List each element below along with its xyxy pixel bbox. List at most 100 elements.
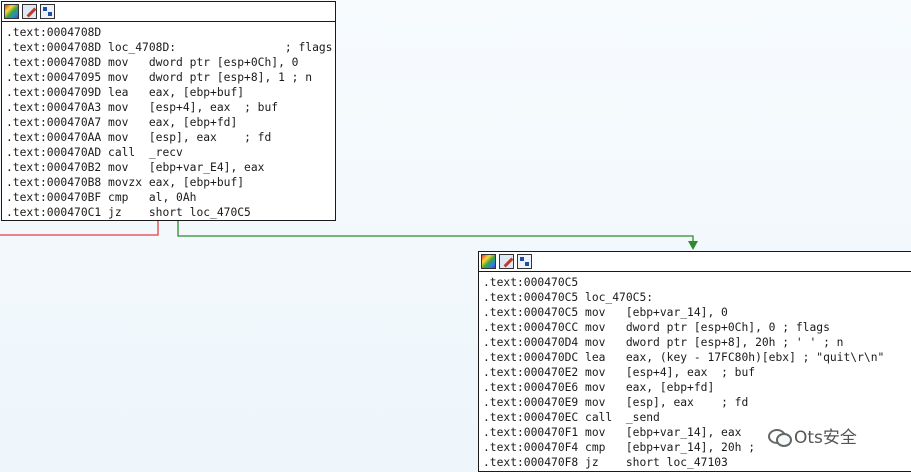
watermark: Ots安全 xyxy=(768,423,857,448)
graph-icon[interactable] xyxy=(40,4,55,19)
operands: eax, [ebp+fd] xyxy=(148,116,238,129)
disasm-line[interactable]: .text:00047095 mov dword ptr [esp+8], 1 … xyxy=(6,70,335,85)
line-address: .text:000470C5 xyxy=(483,276,586,289)
line-address: .text:000470E2 xyxy=(483,366,586,379)
color-icon[interactable] xyxy=(4,4,19,19)
disasm-line[interactable]: .text:000470B8 movzx eax, [ebp+buf] xyxy=(6,175,335,190)
operands: eax, [ebp+buf] xyxy=(148,86,245,99)
operands: [ebp+var_14], 20h ; xyxy=(625,441,756,454)
mnemonic: mov xyxy=(108,56,149,69)
operands: _recv xyxy=(148,146,183,159)
graph-icon[interactable] xyxy=(517,254,532,269)
line-address: .text:000470AD xyxy=(6,146,109,159)
operands: dword ptr [esp+8], 1 ; n xyxy=(148,71,313,84)
line-address: .text:000470B2 xyxy=(6,161,109,174)
edit-icon[interactable] xyxy=(22,4,37,19)
disasm-line[interactable]: .text:000470DC lea eax, (key - 17FC80h)[… xyxy=(483,350,911,365)
disasm-line[interactable]: .text:0004708D xyxy=(6,25,335,40)
comment: ; flags xyxy=(284,41,333,54)
operands: [esp+4], eax xyxy=(625,366,722,379)
line-address: .text:000470BF xyxy=(6,191,109,204)
line-address: .text:000470B8 xyxy=(6,176,109,189)
operands: dword ptr [esp+8], 20h ; ' ' ; n xyxy=(625,336,844,349)
disasm-line[interactable]: .text:000470E9 mov [esp], eax ; fd xyxy=(483,395,911,410)
line-address: .text:000470A3 xyxy=(6,101,109,114)
edit-icon[interactable] xyxy=(499,254,514,269)
operands: dword ptr [esp+0Ch], 0 ; flags xyxy=(625,321,830,334)
true-branch-edge xyxy=(177,221,694,244)
mnemonic: call xyxy=(585,411,626,424)
line-address: .text:00047095 xyxy=(6,71,109,84)
mnemonic: movzx xyxy=(108,176,149,189)
line-address: .text:0004708D xyxy=(6,56,109,69)
comment: ; fd xyxy=(244,131,272,144)
mnemonic: mov xyxy=(108,71,149,84)
disasm-line[interactable]: .text:0004709D lea eax, [ebp+buf] xyxy=(6,85,335,100)
line-address: .text:000470EC xyxy=(483,411,586,424)
disasm-line[interactable]: .text:0004708D mov dword ptr [esp+0Ch], … xyxy=(6,55,335,70)
line-address: .text:000470C5 xyxy=(483,306,586,319)
code-label: loc_470C5: xyxy=(585,291,660,304)
disasm-line[interactable]: .text:000470B2 mov [ebp+var_E4], eax xyxy=(6,160,335,175)
line-address: .text:000470C1 xyxy=(6,206,109,219)
color-icon[interactable] xyxy=(481,254,496,269)
mnemonic: lea xyxy=(585,351,626,364)
mnemonic: jz xyxy=(585,456,626,469)
operands: al, 0Ah xyxy=(148,191,197,204)
disasm-line[interactable]: .text:000470C5 xyxy=(483,275,911,290)
line-address: .text:000470CC xyxy=(483,321,586,334)
line-address: .text:000470DC xyxy=(483,351,586,364)
operands: [esp+4], eax xyxy=(148,101,245,114)
mnemonic: jz xyxy=(108,206,149,219)
operands: eax, [ebp+fd] xyxy=(625,381,715,394)
disasm-line[interactable]: .text:000470A7 mov eax, [ebp+fd] xyxy=(6,115,335,130)
comment: ; fd xyxy=(721,396,749,409)
disasm-line[interactable]: .text:0004708D loc_4708D: ; flags xyxy=(6,40,335,55)
wechat-icon xyxy=(768,427,792,447)
false-branch-edge xyxy=(0,221,159,236)
mnemonic: mov xyxy=(108,131,149,144)
mnemonic: call xyxy=(108,146,149,159)
disasm-line[interactable]: .text:000470C5 mov [ebp+var_14], 0 xyxy=(483,305,911,320)
disasm-line[interactable]: .text:000470F8 jz short loc_47103 xyxy=(483,455,911,470)
true-branch-arrowhead xyxy=(688,241,698,250)
mnemonic: mov xyxy=(585,396,626,409)
disasm-line[interactable]: .text:000470C1 jz short loc_470C5 xyxy=(6,205,335,220)
disasm-line[interactable]: .text:000470D4 mov dword ptr [esp+8], 20… xyxy=(483,335,911,350)
disasm-line[interactable]: .text:000470CC mov dword ptr [esp+0Ch], … xyxy=(483,320,911,335)
disasm-line[interactable]: .text:000470AA mov [esp], eax ; fd xyxy=(6,130,335,145)
disasm-line[interactable]: .text:000470E6 mov eax, [ebp+fd] xyxy=(483,380,911,395)
comment: ; buf xyxy=(721,366,756,379)
mnemonic: mov xyxy=(585,336,626,349)
operands: [esp], eax xyxy=(148,131,245,144)
mnemonic: mov xyxy=(108,161,149,174)
line-address: .text:0004708D xyxy=(6,41,109,54)
disasm-line[interactable]: .text:000470BF cmp al, 0Ah xyxy=(6,190,335,205)
code-block-loc-4708d[interactable]: .text:0004708D .text:0004708D loc_4708D:… xyxy=(1,1,336,221)
line-address: .text:000470C5 xyxy=(483,291,586,304)
line-address: .text:000470F1 xyxy=(483,426,586,439)
mnemonic: cmp xyxy=(585,441,626,454)
operands: _send xyxy=(625,411,660,424)
disasm-line[interactable]: .text:000470E2 mov [esp+4], eax ; buf xyxy=(483,365,911,380)
operands: dword ptr [esp+0Ch], 0 xyxy=(148,56,299,69)
operands: eax, [ebp+buf] xyxy=(148,176,245,189)
line-address: .text:000470E6 xyxy=(483,381,586,394)
line-address: .text:0004709D xyxy=(6,86,109,99)
mnemonic: mov xyxy=(108,116,149,129)
line-address: .text:000470D4 xyxy=(483,336,586,349)
operands: [ebp+var_14], 0 xyxy=(625,306,728,319)
line-address: .text:0004708D xyxy=(6,26,109,39)
line-address: .text:000470F4 xyxy=(483,441,586,454)
mnemonic: cmp xyxy=(108,191,149,204)
block-header xyxy=(2,2,335,22)
line-address: .text:000470AA xyxy=(6,131,109,144)
mnemonic: mov xyxy=(585,366,626,379)
mnemonic: mov xyxy=(108,101,149,114)
disasm-line[interactable]: .text:000470A3 mov [esp+4], eax ; buf xyxy=(6,100,335,115)
comment: ; buf xyxy=(244,101,279,114)
mnemonic: mov xyxy=(585,426,626,439)
disasm-line[interactable]: .text:000470AD call _recv xyxy=(6,145,335,160)
disasm-line[interactable]: .text:000470C5 loc_470C5: xyxy=(483,290,911,305)
operands: [ebp+var_14], eax xyxy=(625,426,742,439)
